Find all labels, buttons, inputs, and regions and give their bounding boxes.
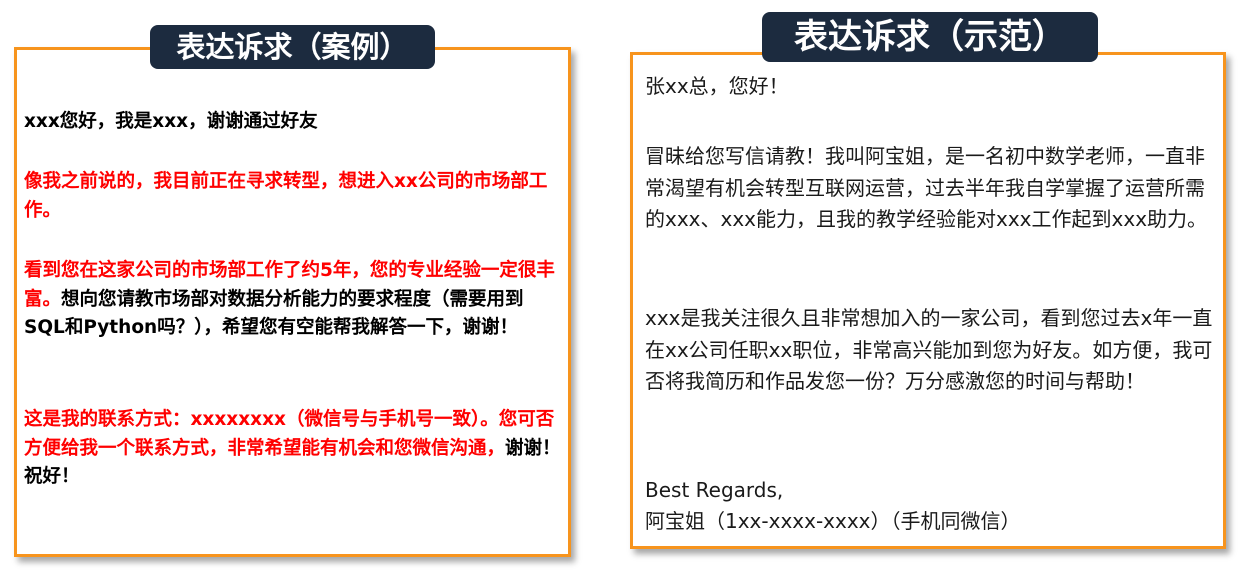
case-paragraph-1: 像我之前说的，我目前正在寻求转型，想进入xx公司的市场部工作。 xyxy=(24,171,548,221)
demo-greeting: 张xx总，您好！ xyxy=(645,74,789,98)
case-paragraph-3-highlight: 这是我的联系方式：xxxxxxxx（微信号与手机号一致）。您可否方便给我一个联系… xyxy=(24,409,555,459)
case-greeting: xxx您好，我是xxx，谢谢通过好友 xyxy=(24,111,318,132)
demo-paragraph-1: 冒昧给您写信请教！我叫阿宝姐，是一名初中数学老师，一直非常渴望有机会转型互联网运… xyxy=(645,144,1208,231)
demo-paragraph-2: xxx是我关注很久且非常想加入的一家公司，看到您过去x年一直在xx公司任职xx职… xyxy=(645,306,1213,393)
case-title: 表达诉求（案例） xyxy=(150,25,435,69)
case-paragraph-3: 这是我的联系方式：xxxxxxxx（微信号与手机号一致）。您可否方便给我一个联系… xyxy=(24,406,564,492)
demo-signature-contact: 阿宝姐（1xx-xxxx-xxxx）（手机同微信） xyxy=(645,509,1021,533)
case-paragraph-2: 看到您在这家公司的市场部工作了约5年，您的专业经验一定很丰富。想向您请教市场部对… xyxy=(24,257,564,343)
demo-signature-regards: Best Regards, xyxy=(645,478,784,502)
case-paragraph-2-text: 想向您请教市场部对数据分析能力的要求程度（需要用到SQL和Python吗？），希… xyxy=(24,288,524,339)
demo-title: 表达诉求（示范） xyxy=(762,12,1098,62)
